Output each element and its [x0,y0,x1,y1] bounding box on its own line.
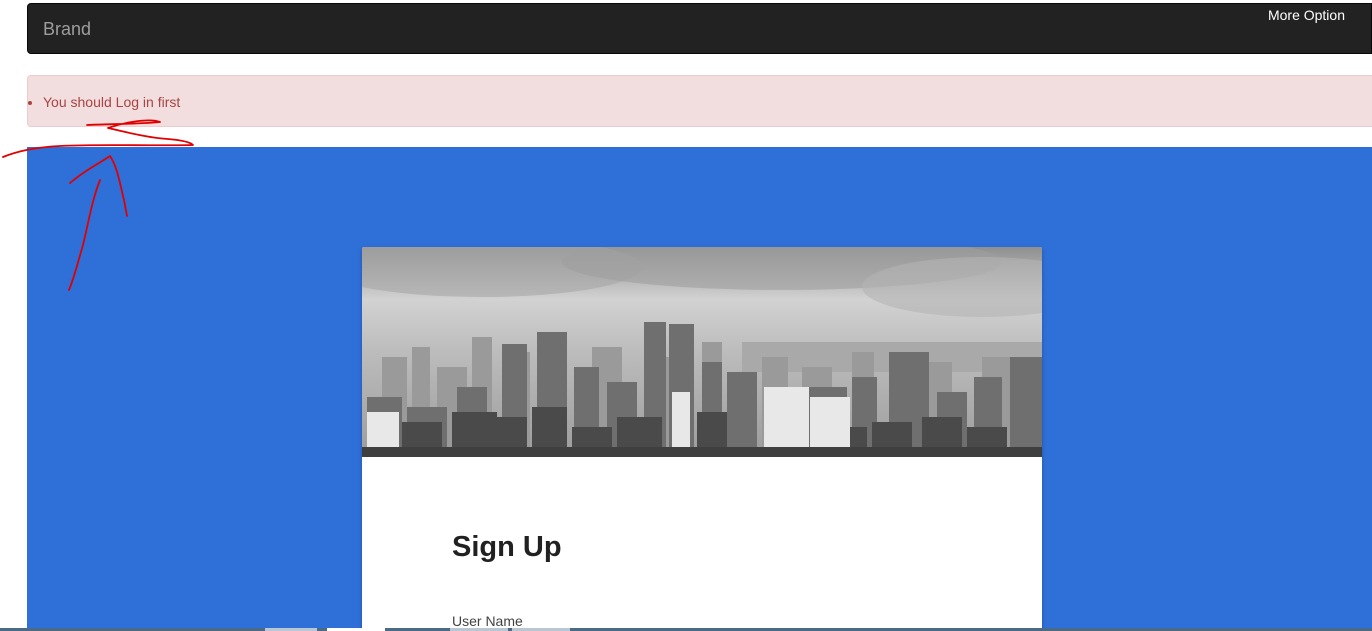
navbar-brand[interactable]: Brand [43,19,91,40]
city-skyline-photo [362,247,1042,457]
alert-list: You should Log in first [28,93,180,111]
user-name-label: User Name [452,613,523,628]
signup-title: Sign Up [452,531,562,563]
error-alert: You should Log in first [27,75,1372,127]
signup-card: Sign Up User Name [362,247,1042,628]
alert-message: You should Log in first [43,93,180,111]
top-navbar: Brand More Option [27,3,1372,54]
city-skyline-image [362,247,1042,457]
more-option-link[interactable]: More Option [1268,7,1345,23]
